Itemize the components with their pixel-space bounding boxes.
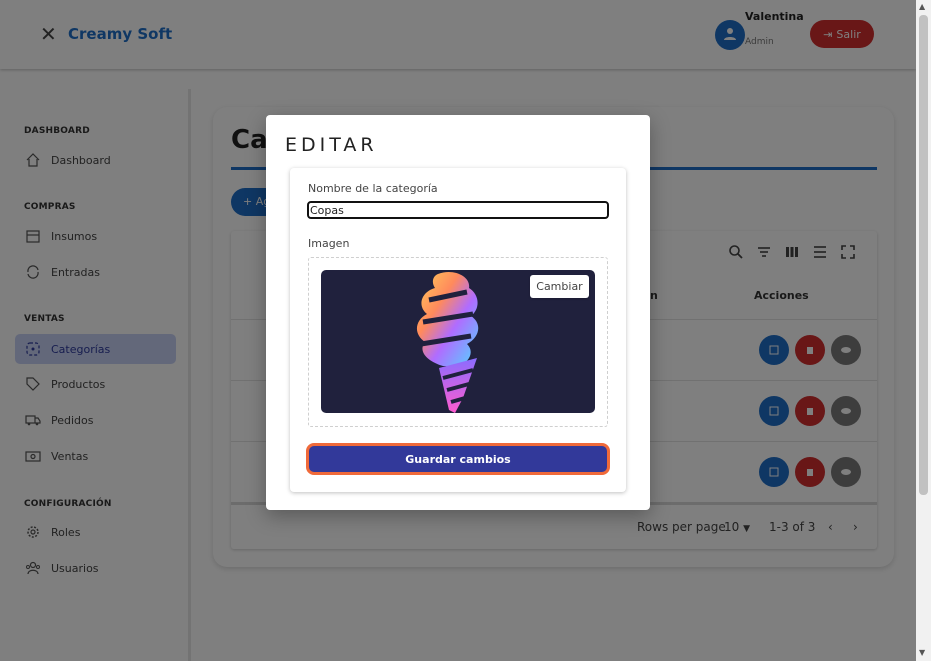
change-image-button[interactable]: Cambiar <box>530 275 589 298</box>
modal-title: EDITAR <box>285 134 378 156</box>
save-changes-button[interactable]: Guardar cambios <box>306 443 610 475</box>
category-name-input[interactable] <box>307 201 609 219</box>
category-name-label: Nombre de la categoría <box>308 182 438 195</box>
image-label: Imagen <box>308 237 350 250</box>
scroll-down-arrow-icon[interactable]: ▼ <box>919 648 925 657</box>
scrollbar-thumb[interactable] <box>919 15 928 495</box>
scroll-up-arrow-icon[interactable]: ▲ <box>919 2 925 11</box>
